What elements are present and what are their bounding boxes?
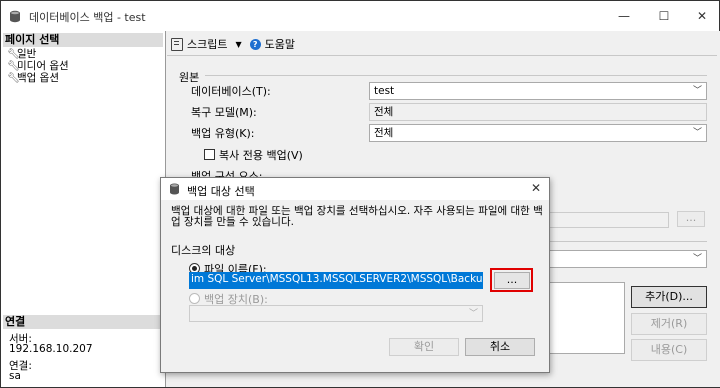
wrench-icon: 🔧︎	[7, 73, 20, 84]
maximize-button[interactable]: ☐	[649, 7, 679, 25]
nav-item-label: 미디어 옵션	[17, 60, 69, 72]
backup-component-label: 백업 구성 요소:	[191, 170, 263, 177]
nav-item-media-options[interactable]: 🔧︎미디어 옵션	[7, 60, 69, 72]
page-select-header: 페이지 선택	[3, 33, 163, 47]
chevron-down-icon: ﹀	[692, 128, 702, 138]
remove-button[interactable]: 제거(R)	[631, 313, 707, 335]
script-icon	[171, 37, 183, 51]
source-section-rule	[205, 75, 707, 76]
backup-type-select-value: 전체	[374, 127, 394, 139]
server-value: 192.168.10.207	[9, 343, 93, 355]
window-title: 데이터베이스 백업 - test	[29, 11, 146, 24]
help-icon: ?	[249, 38, 261, 50]
help-button[interactable]: 도움말	[265, 36, 295, 52]
cancel-button[interactable]: 취소	[465, 338, 535, 356]
copy-only-label: 복사 전용 백업(V)	[219, 149, 303, 162]
connection-value: sa	[9, 370, 21, 382]
recovery-model-label: 복구 모델(M):	[191, 106, 257, 119]
nav-item-label: 백업 옵션	[17, 72, 59, 84]
highlight-box	[490, 268, 533, 292]
destination-section-rule	[549, 241, 707, 242]
copy-only-checkbox[interactable]	[204, 149, 215, 160]
chevron-down-icon: ﹀	[468, 309, 478, 319]
script-dropdown-arrow[interactable]: ▼	[235, 40, 241, 49]
destination-path-field	[549, 212, 669, 228]
nav-item-general[interactable]: 🔧︎일반	[7, 48, 36, 60]
backup-device-select[interactable]: ﹀	[189, 305, 483, 322]
backup-type-label: 백업 유형(K):	[191, 127, 255, 140]
title-bar: 데이터베이스 백업 - test — ☐ ✕	[1, 1, 719, 31]
destination-list[interactable]	[549, 282, 625, 354]
script-button[interactable]: 스크립트	[187, 36, 227, 52]
backup-to-select[interactable]: ﹀	[549, 250, 707, 268]
chevron-down-icon: ﹀	[692, 86, 702, 96]
backup-type-select[interactable]: 전체 ﹀	[369, 124, 707, 142]
toolbar-divider	[167, 55, 717, 56]
minimize-button[interactable]: —	[609, 7, 639, 25]
connection-header: 연결	[3, 315, 163, 329]
dialog-title: 백업 대상 선택	[187, 185, 255, 198]
dialog-close-button[interactable]: ✕	[531, 181, 541, 195]
dialog-description: 백업 대상에 대한 파일 또는 백업 장치를 선택하십시오. 자주 사용되는 파…	[171, 205, 543, 228]
file-name-input[interactable]: im SQL Server\MSSQL13.MSSQLSERVER2\MSSQL…	[189, 272, 483, 289]
ok-button[interactable]: 확인	[389, 338, 459, 356]
nav-item-label: 일반	[17, 48, 37, 60]
database-icon	[170, 183, 179, 195]
backup-device-radio[interactable]	[189, 293, 200, 304]
chevron-down-icon: ﹀	[692, 254, 702, 264]
database-label: 데이터베이스(T):	[191, 85, 271, 98]
dialog-title-bar: 백업 대상 선택 ✕	[161, 178, 549, 200]
contents-button[interactable]: 내용(C)	[631, 339, 707, 361]
recovery-model-value: 전체	[374, 106, 394, 118]
database-select[interactable]: test ﹀	[369, 82, 707, 100]
disk-destination-label: 디스크의 대상	[171, 244, 236, 257]
database-icon	[10, 10, 20, 23]
recovery-model-field: 전체	[369, 103, 707, 121]
toolbar: 스크립트 ▼ ? 도움말	[171, 36, 295, 52]
add-button[interactable]: 추가(D)...	[631, 286, 707, 308]
nav-item-backup-options[interactable]: 🔧︎백업 옵션	[7, 72, 59, 84]
database-select-value: test	[374, 85, 395, 97]
destination-browse-button[interactable]: ...	[677, 211, 705, 227]
close-button[interactable]: ✕	[687, 7, 717, 25]
